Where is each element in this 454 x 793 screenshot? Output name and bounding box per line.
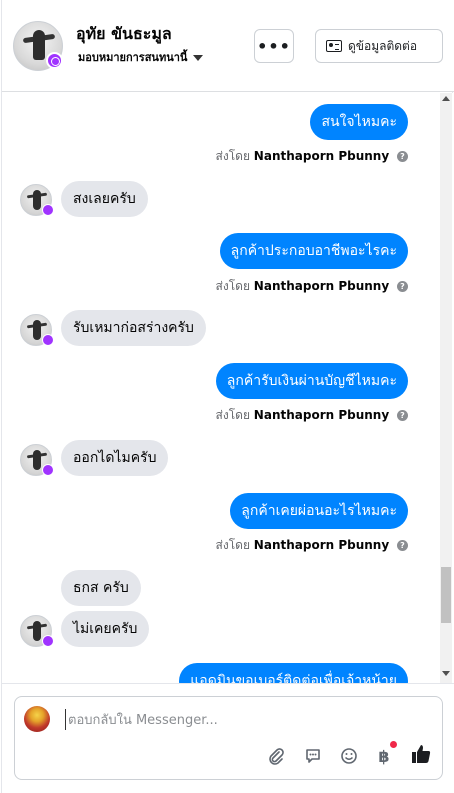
sender-name: Nanthaporn Pbunny <box>253 408 390 422</box>
message-scrollbar[interactable] <box>440 93 452 683</box>
notification-dot <box>390 741 397 748</box>
contact-card-icon <box>326 40 342 52</box>
message-list[interactable]: สนใจไหมคะ ส่งโดย Nanthaporn Pbunny ? สงเ… <box>2 93 454 683</box>
messenger-badge-icon <box>42 464 54 476</box>
messenger-badge-icon <box>42 635 54 647</box>
message-bubble-incoming[interactable]: ออกไดไมครับ <box>61 440 169 476</box>
sent-by-line: ส่งโดย Nanthaporn Pbunny ? <box>216 277 408 296</box>
message-bubble-outgoing[interactable]: สนใจไหมคะ <box>310 104 408 140</box>
view-contact-button[interactable]: ดูข้อมูลติดต่อ <box>315 29 443 63</box>
reply-composer: ตอบกลับใน Messenger... ฿ <box>2 683 454 793</box>
assign-conversation-dropdown[interactable]: มอบหมายการสนทนานี้ <box>78 48 204 66</box>
sender-name: Nanthaporn Pbunny <box>253 279 390 293</box>
sender-name: Nanthaporn Pbunny <box>253 149 390 163</box>
reply-box[interactable]: ตอบกลับใน Messenger... ฿ <box>14 696 443 780</box>
messenger-badge-icon <box>46 52 63 69</box>
reply-input[interactable]: ตอบกลับใน Messenger... <box>65 709 218 730</box>
more-options-button[interactable]: ••• <box>254 29 294 63</box>
info-icon[interactable]: ? <box>397 410 408 421</box>
message-bubble-incoming[interactable]: รับเหมาก่อสร่างครับ <box>61 310 206 346</box>
scroll-thumb[interactable] <box>441 567 451 623</box>
attach-icon[interactable] <box>265 745 287 767</box>
page-avatar <box>24 706 50 732</box>
scroll-up-arrow-icon[interactable] <box>442 96 450 101</box>
sent-by-prefix: ส่งโดย <box>215 149 250 163</box>
emoji-icon[interactable] <box>338 745 360 767</box>
message-bubble-incoming[interactable]: ธกส ครับ <box>61 570 141 606</box>
message-bubble-outgoing[interactable]: แอดมินขอเบอร์ติดต่อเพื่อเจ้าหน้าย <box>179 663 408 683</box>
sent-by-prefix: ส่งโดย <box>215 408 250 422</box>
sender-name: Nanthaporn Pbunny <box>253 538 390 552</box>
view-contact-label: ดูข้อมูลติดต่อ <box>348 38 418 53</box>
message-bubble-incoming[interactable]: ไม่เคยครับ <box>61 611 150 647</box>
message-bubble-outgoing[interactable]: ลูกค้าประกอบอาชีพอะไรคะ <box>219 233 408 269</box>
sent-by-line: ส่งโดย Nanthaporn Pbunny ? <box>216 536 408 555</box>
sent-by-prefix: ส่งโดย <box>215 279 250 293</box>
more-icon: ••• <box>257 36 291 56</box>
sent-by-line: ส่งโดย Nanthaporn Pbunny ? <box>216 406 408 425</box>
sent-by-prefix: ส่งโดย <box>215 538 250 552</box>
baht-icon[interactable]: ฿ <box>373 745 395 767</box>
messenger-badge-icon <box>42 204 54 216</box>
message-bubble-outgoing[interactable]: ลูกค้าเคยผ่อนอะไรไหมคะ <box>230 493 408 529</box>
contact-name[interactable]: อุทัย ขันธะมูล <box>76 22 172 47</box>
message-bubble-outgoing[interactable]: ลูกค้ารับเงินผ่านบัญชีไหมคะ <box>215 363 408 399</box>
messenger-badge-icon <box>42 334 54 346</box>
info-icon[interactable]: ? <box>397 281 408 292</box>
assign-label: มอบหมายการสนทนานี้ <box>78 51 188 64</box>
message-bubble-incoming[interactable]: สงเลยครับ <box>61 181 148 217</box>
like-icon[interactable] <box>409 743 433 767</box>
sent-by-line: ส่งโดย Nanthaporn Pbunny ? <box>216 147 408 166</box>
info-icon[interactable]: ? <box>397 540 408 551</box>
info-icon[interactable]: ? <box>397 151 408 162</box>
scroll-down-arrow-icon[interactable] <box>442 671 450 676</box>
conversation-header: อุทัย ขันธะมูล มอบหมายการสนทนานี้ ••• ดู… <box>2 0 454 92</box>
saved-reply-icon[interactable] <box>302 745 324 767</box>
conversation-panel: อุทัย ขันธะมูล มอบหมายการสนทนานี้ ••• ดู… <box>1 0 454 793</box>
caret-down-icon <box>193 55 204 61</box>
